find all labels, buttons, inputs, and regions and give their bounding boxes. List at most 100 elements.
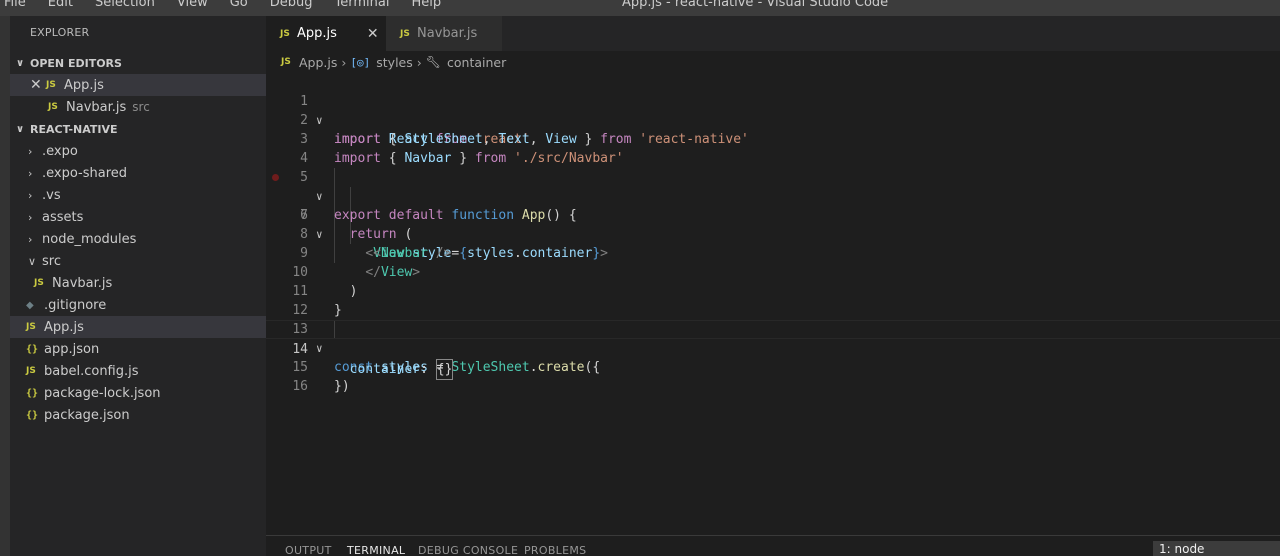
chevron-right-icon: › xyxy=(341,54,347,70)
menu-go[interactable]: Go xyxy=(230,0,248,10)
chevron-right-icon: › xyxy=(416,54,422,70)
open-editor-navbar-js[interactable]: JS Navbar.js src xyxy=(10,96,266,118)
chevron-down-icon: ∨ xyxy=(16,57,25,69)
tree-file-gitignore[interactable]: ◆ .gitignore xyxy=(10,294,266,316)
open-editors-header[interactable]: ∨ OPEN EDITORS xyxy=(10,52,266,74)
tree-item-label: .expo xyxy=(42,143,78,159)
js-file-icon: JS xyxy=(26,322,36,332)
panel-tab-output[interactable]: OUTPUT xyxy=(285,544,332,556)
close-icon[interactable]: ✕ xyxy=(367,26,379,42)
code-line: 6 return ( xyxy=(266,168,1280,242)
tree-item-label: src xyxy=(42,253,61,269)
tree-folder-expo[interactable]: › .expo xyxy=(10,140,266,162)
open-editors-label: OPEN EDITORS xyxy=(30,56,122,70)
tree-item-label: babel.config.js xyxy=(44,363,139,379)
json-file-icon: {} xyxy=(26,343,39,355)
tree-file-package-lock[interactable]: {} package-lock.json xyxy=(10,382,266,404)
tree-folder-node-modules[interactable]: › node_modules xyxy=(10,228,266,250)
wrench-icon: 🔧︎ xyxy=(425,55,441,69)
tree-item-label: package-lock.json xyxy=(44,385,161,401)
menu-file[interactable]: File xyxy=(4,0,26,10)
json-file-icon: {} xyxy=(26,387,39,399)
tree-file-navbar-js[interactable]: JS Navbar.js xyxy=(10,272,266,294)
menu-terminal[interactable]: Terminal xyxy=(335,0,390,10)
breadcrumb-object[interactable]: styles xyxy=(376,55,413,70)
bottom-panel: OUTPUT TERMINAL DEBUG CONSOLE PROBLEMS 1… xyxy=(266,535,1280,556)
tree-item-label: .expo-shared xyxy=(42,165,128,181)
tree-item-label: .gitignore xyxy=(44,297,107,313)
chevron-right-icon: › xyxy=(28,210,33,224)
close-icon[interactable]: ✕ xyxy=(30,77,46,93)
project-header[interactable]: ∨ REACT-NATIVE xyxy=(10,118,266,140)
code-line: 4 xyxy=(266,130,1280,166)
code-line: 10 ) xyxy=(266,244,1280,299)
activity-bar xyxy=(0,16,10,556)
code-line: 5 ∨ export default function App() { xyxy=(266,149,1280,223)
chevron-down-icon: ∨ xyxy=(28,254,37,268)
code-line: 1 ∨ import React from 'react' xyxy=(266,73,1280,147)
tree-item-label: node_modules xyxy=(42,231,137,247)
menu-help[interactable]: Help xyxy=(411,0,441,10)
chevron-right-icon: › xyxy=(28,188,33,202)
json-file-icon: {} xyxy=(26,409,39,421)
tree-folder-assets[interactable]: › assets xyxy=(10,206,266,228)
tree-folder-vs[interactable]: › .vs xyxy=(10,184,266,206)
tab-navbar-js[interactable]: JS Navbar.js xyxy=(386,16,502,51)
explorer-sidebar: EXPLORER ∨ OPEN EDITORS ✕ JS App.js JS N… xyxy=(10,16,266,556)
code-line: 13 ∨ const styles = StyleSheet.create({ xyxy=(266,301,1280,375)
code-line: 2 import { StyleSheet, Text, View } from… xyxy=(266,92,1280,147)
menu-edit[interactable]: Edit xyxy=(48,0,73,10)
code-line: 11 } xyxy=(266,263,1280,318)
project-label: REACT-NATIVE xyxy=(30,122,118,136)
tree-file-package-json[interactable]: {} package.json xyxy=(10,404,266,426)
tree-item-label: assets xyxy=(42,209,84,225)
tab-app-js[interactable]: JS App.js ✕ xyxy=(266,16,386,51)
code-line: 16 xyxy=(266,358,1280,394)
tree-folder-expo-shared[interactable]: › .expo-shared xyxy=(10,162,266,184)
code-editor[interactable]: 1 ∨ import React from 'react' 2 import {… xyxy=(266,73,1280,535)
tree-folder-src[interactable]: ∨ src xyxy=(10,250,266,272)
breakpoint-icon[interactable] xyxy=(272,174,279,181)
js-file-icon: JS xyxy=(48,102,58,112)
panel-tab-debug-console[interactable]: DEBUG CONSOLE xyxy=(418,544,518,556)
js-file-icon: JS xyxy=(281,57,291,67)
js-file-icon: JS xyxy=(46,80,56,90)
line-number: 16 xyxy=(292,379,308,394)
js-file-icon: JS xyxy=(400,28,410,39)
title-bar: File Edit Selection View Go Debug Termin… xyxy=(0,0,1280,16)
tree-item-label: app.json xyxy=(44,341,100,357)
tab-label: App.js xyxy=(297,26,337,41)
code-line: 3 import { Navbar } from './src/Navbar' xyxy=(266,111,1280,166)
object-icon: [◎] xyxy=(350,55,371,69)
tab-label: Navbar.js xyxy=(417,26,478,41)
js-file-icon: JS xyxy=(34,278,44,288)
menu-debug[interactable]: Debug xyxy=(270,0,313,10)
tree-item-label: package.json xyxy=(44,407,130,423)
terminal-select[interactable]: 1: node xyxy=(1153,541,1280,556)
code-line-current: 14 container: {} xyxy=(266,320,1280,380)
tree-item-label: App.js xyxy=(44,319,84,335)
tree-item-label: .vs xyxy=(42,187,61,203)
chevron-right-icon: › xyxy=(28,232,33,246)
editor-tabs: JS App.js ✕ JS Navbar.js xyxy=(266,16,1280,51)
code-line: 9 </View> xyxy=(266,225,1280,280)
window-title: App.js - react-native - Visual Studio Co… xyxy=(622,0,889,10)
open-editor-label: Navbar.js xyxy=(66,99,127,115)
breadcrumb-property[interactable]: container xyxy=(447,55,506,70)
tree-file-babel-config[interactable]: JS babel.config.js xyxy=(10,360,266,382)
tree-item-label: Navbar.js xyxy=(52,275,113,291)
menu-selection[interactable]: Selection xyxy=(95,0,155,10)
panel-tab-terminal[interactable]: TERMINAL xyxy=(347,544,405,556)
chevron-right-icon: › xyxy=(28,144,33,158)
breadcrumb-file[interactable]: App.js xyxy=(299,55,337,70)
code-line: 7 ∨ <View style={styles.container}> xyxy=(266,187,1280,261)
panel-tab-problems[interactable]: PROBLEMS xyxy=(524,544,586,556)
code-line: 15 }) xyxy=(266,339,1280,394)
tree-file-app-js[interactable]: JS App.js xyxy=(10,316,266,338)
menu-view[interactable]: View xyxy=(177,0,208,10)
tree-file-app-json[interactable]: {} app.json xyxy=(10,338,266,360)
open-editor-app-js[interactable]: ✕ JS App.js xyxy=(10,74,266,96)
code-line: 12 xyxy=(266,282,1280,318)
git-file-icon: ◆ xyxy=(26,299,34,311)
breadcrumb: JS App.js › [◎] styles › 🔧︎ container xyxy=(266,51,1280,73)
